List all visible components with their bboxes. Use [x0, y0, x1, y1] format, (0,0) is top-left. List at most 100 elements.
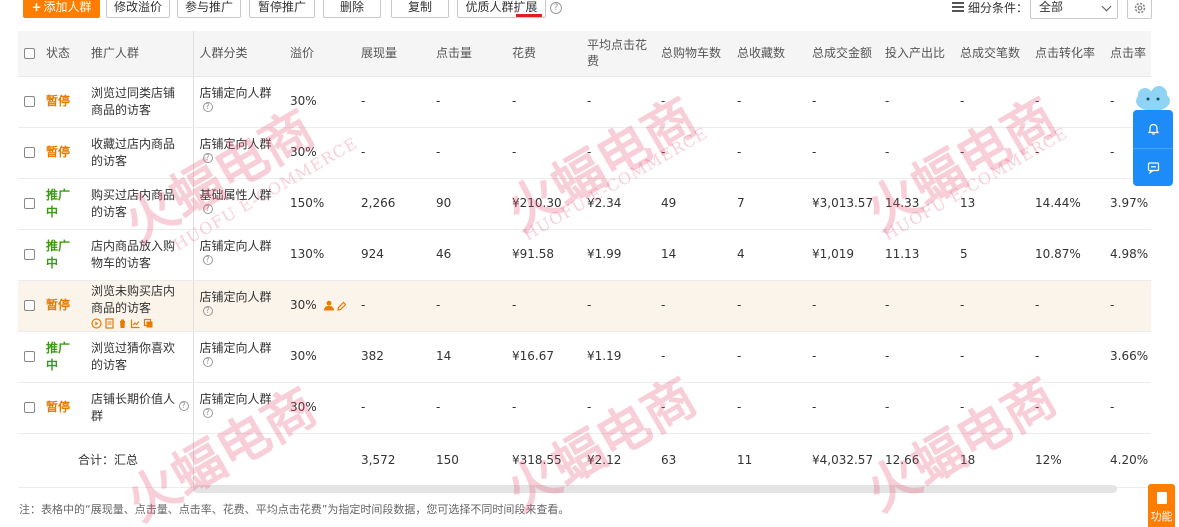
cell-impressions: 2,266: [355, 178, 430, 230]
help-icon[interactable]: ?: [178, 400, 189, 411]
col-fav[interactable]: 总收藏数: [731, 31, 806, 77]
help-icon[interactable]: ?: [202, 407, 213, 418]
total-impressions: 3,572: [355, 433, 430, 488]
help-icon[interactable]: ?: [202, 152, 213, 163]
horizontal-scrollbar[interactable]: [193, 485, 1117, 493]
table-row: 暂停 收藏过店内商品的访客 店铺定向人群? 30% - - - - - - - - - - -: [18, 127, 1151, 179]
table-header: 状态 推广人群 人群分类 溢价 展现量 点击量 花费 平均点击花费 总购物车数 …: [18, 31, 1151, 77]
audience-name: 浏览过同类店铺商品的访客: [91, 85, 176, 117]
premium-cell[interactable]: 130%: [284, 229, 355, 281]
delete-button[interactable]: 删除: [323, 0, 381, 18]
trash-icon[interactable]: [117, 318, 128, 329]
premium-cell[interactable]: 30%: [284, 76, 355, 128]
help-icon[interactable]: ?: [202, 254, 213, 265]
category-cell: 店铺定向人群?: [193, 382, 284, 434]
help-icon[interactable]: ?: [550, 2, 562, 14]
cell-roi: -: [879, 382, 954, 434]
person-icon[interactable]: [323, 300, 335, 311]
col-impressions[interactable]: 展现量: [355, 31, 430, 77]
cell-gmv: ¥1,019: [806, 229, 879, 281]
settings-button[interactable]: [1127, 0, 1152, 19]
help-icon[interactable]: ?: [202, 305, 213, 316]
table-row: 暂停 浏览未购买店内商品的访客 店铺定向人群? 30% - - - - - - - - - - -: [18, 280, 1151, 332]
total-avg_cpc: ¥2.12: [581, 433, 655, 488]
total-cart: 63: [655, 433, 731, 488]
total-gmv: ¥4,032.57: [806, 433, 879, 488]
help-icon[interactable]: ?: [202, 356, 213, 367]
col-cart[interactable]: 总购物车数: [655, 31, 731, 77]
help-icon[interactable]: ?: [202, 203, 213, 214]
notification-button[interactable]: [1133, 110, 1173, 148]
row-checkbox[interactable]: [24, 300, 35, 311]
bell-icon: [1147, 123, 1159, 135]
cell-avg_cpc: -: [581, 127, 655, 179]
row-checkbox[interactable]: [24, 402, 35, 413]
row-checkbox[interactable]: [24, 147, 35, 158]
cell-cvr: 10.87%: [1029, 229, 1104, 281]
play-icon[interactable]: [91, 317, 102, 329]
premium-cell[interactable]: 150%: [284, 178, 355, 230]
cell-ctr: -: [1104, 280, 1151, 332]
floating-toolbar: [1133, 110, 1173, 186]
category-cell: 店铺定向人群?: [193, 76, 284, 128]
cell-cart: 49: [655, 178, 731, 230]
col-ctr[interactable]: 点击率: [1104, 31, 1151, 77]
plus-icon: +: [31, 0, 42, 14]
cell-roi: -: [879, 76, 954, 128]
premium-cell[interactable]: 30%: [284, 127, 355, 179]
copy-button[interactable]: 复制: [391, 0, 449, 18]
copy-icon[interactable]: [143, 318, 154, 329]
join-promo-button[interactable]: 参与推广: [177, 0, 241, 18]
total-orders: 18: [954, 433, 1029, 488]
report-icon[interactable]: [104, 317, 115, 329]
help-icon[interactable]: ?: [202, 101, 213, 112]
col-avg-cpc[interactable]: 平均点击花费: [581, 31, 655, 77]
cell-ctr: 4.98%: [1104, 229, 1151, 281]
document-icon: [1156, 492, 1167, 504]
row-checkbox[interactable]: [24, 351, 35, 362]
table-row: 推广中 店内商品放入购物车的访客 店铺定向人群? 130% 924 46 ¥91.58 ¥1.…: [18, 229, 1151, 281]
total-row: 合计：汇总 3,572 150 ¥318.55 ¥2.12 63 11 ¥4,032.57 12…: [18, 433, 1151, 488]
total-clicks: 150: [430, 433, 506, 488]
col-roi[interactable]: 投入产出比: [879, 31, 954, 77]
table-row: 暂停 店铺长期价值人群? 店铺定向人群? 30% - - - - - - - - - - -: [18, 382, 1151, 434]
row-actions: [91, 317, 187, 329]
cell-avg_cpc: ¥2.34: [581, 178, 655, 230]
function-tab[interactable]: 功能: [1148, 484, 1175, 527]
col-audience: 推广人群: [85, 31, 194, 77]
cell-gmv: -: [806, 382, 879, 434]
cell-roi: 14.33: [879, 178, 954, 230]
row-checkbox[interactable]: [24, 198, 35, 209]
pencil-icon[interactable]: [336, 301, 346, 311]
cell-orders: -: [954, 127, 1029, 179]
select-all-checkbox[interactable]: [24, 48, 35, 60]
cell-gmv: -: [806, 127, 879, 179]
audience-name: 店内商品放入购物车的访客: [91, 238, 176, 270]
cell-avg_cpc: ¥1.19: [581, 331, 655, 383]
premium-cell[interactable]: 30%: [284, 331, 355, 383]
cell-gmv: -: [806, 331, 879, 383]
cell-orders: 5: [954, 229, 1029, 281]
cell-roi: -: [879, 331, 954, 383]
status-cell: 推广中: [40, 178, 85, 230]
category-cell: 店铺定向人群?: [193, 229, 284, 281]
col-cvr[interactable]: 点击转化率: [1029, 31, 1104, 77]
audience-name: 收藏过店内商品的访客: [91, 136, 176, 168]
chat-button[interactable]: [1133, 148, 1173, 186]
add-audience-button[interactable]: + 添加人群: [23, 0, 100, 18]
premium-cell[interactable]: 30%: [284, 382, 355, 434]
premium-cell[interactable]: 30%: [284, 280, 355, 332]
chart-icon[interactable]: [130, 318, 141, 329]
row-checkbox[interactable]: [24, 96, 35, 107]
cell-avg_cpc: -: [581, 76, 655, 128]
audience-name-cell: 浏览未购买店内商品的访客: [85, 280, 194, 332]
col-gmv[interactable]: 总成交金额: [806, 31, 879, 77]
col-cost[interactable]: 花费: [506, 31, 581, 77]
col-clicks[interactable]: 点击量: [430, 31, 506, 77]
filter-select[interactable]: 全部: [1030, 0, 1118, 19]
col-orders[interactable]: 总成交笔数: [954, 31, 1029, 77]
row-checkbox[interactable]: [24, 249, 35, 260]
total-ctr: 4.20%: [1104, 433, 1151, 488]
pause-promo-button[interactable]: 暂停推广: [249, 0, 315, 18]
modify-premium-button[interactable]: 修改溢价: [106, 0, 170, 18]
